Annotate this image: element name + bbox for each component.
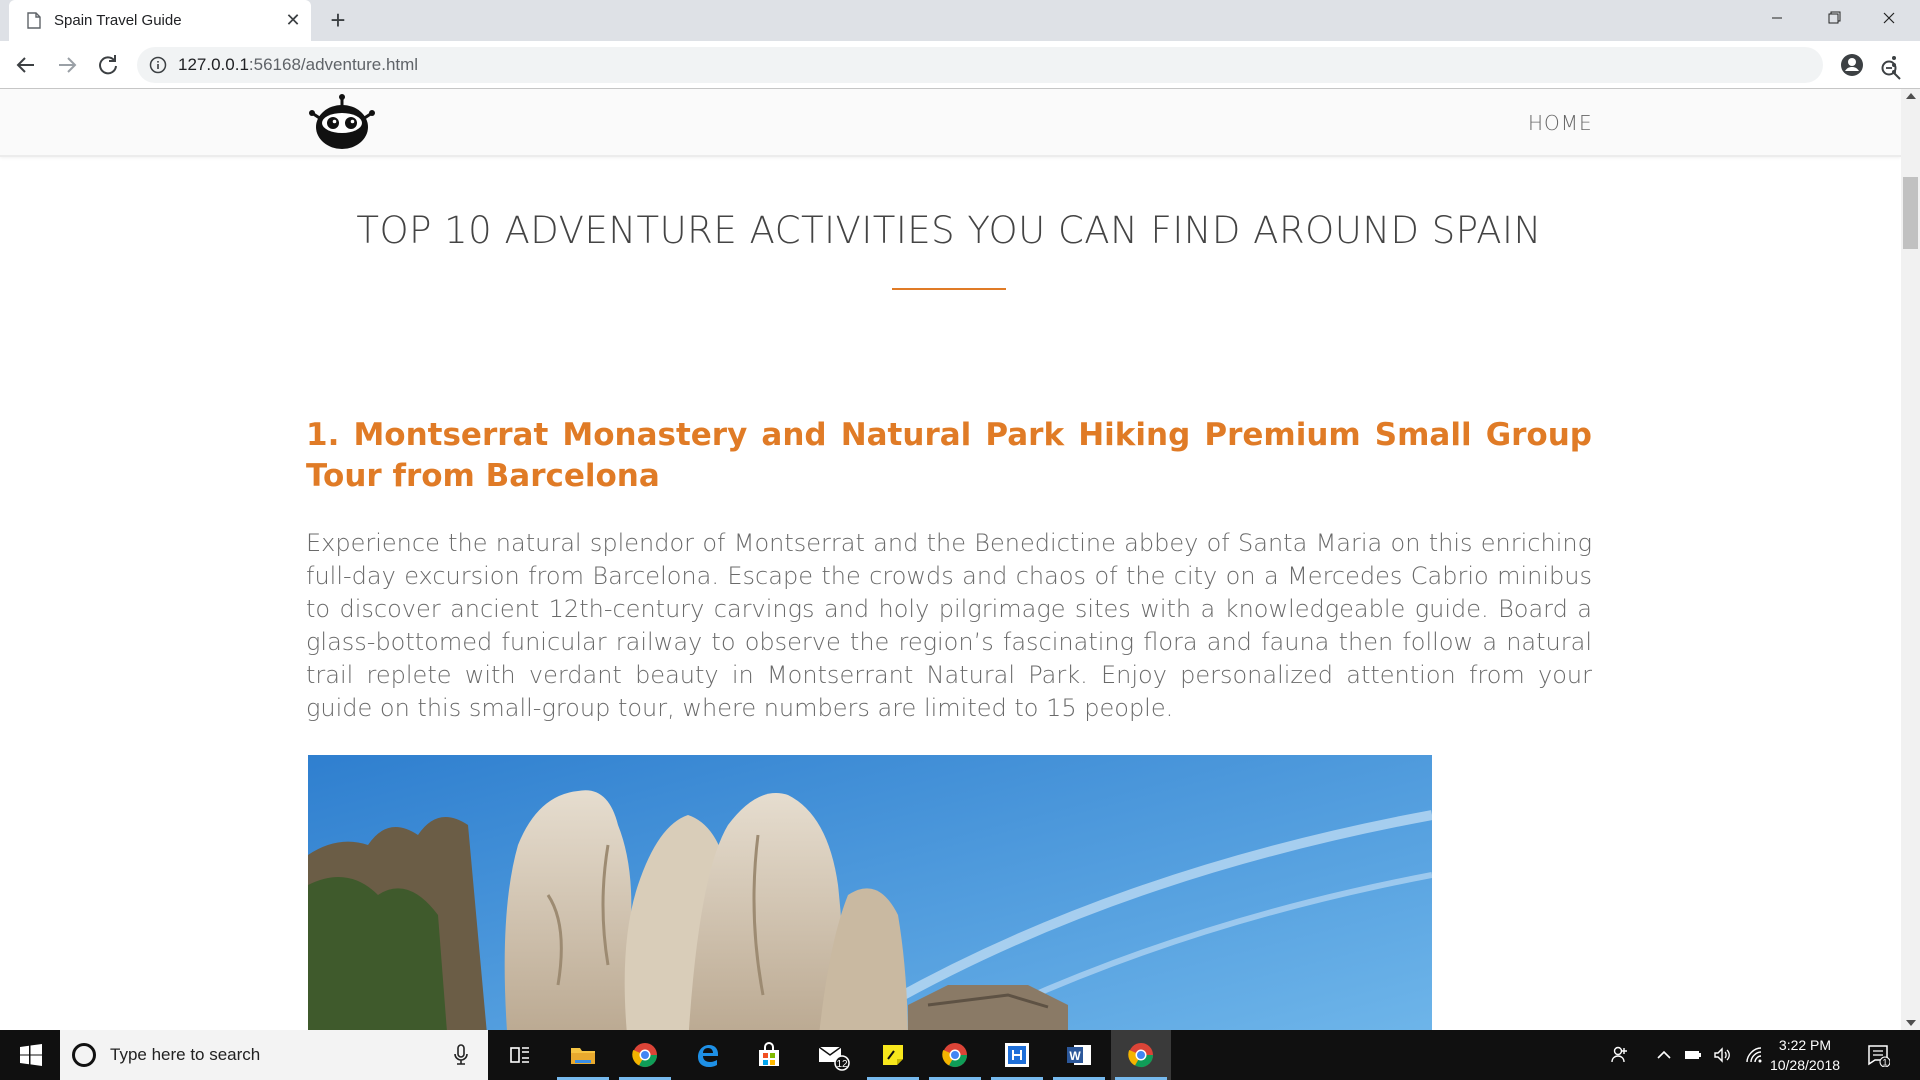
battery-icon[interactable] xyxy=(1683,1045,1703,1065)
action-center-icon[interactable]: 1 xyxy=(1866,1043,1890,1067)
sticky-notes-icon[interactable] xyxy=(863,1030,923,1080)
search-placeholder: Type here to search xyxy=(110,1045,261,1064)
page-scrollbar[interactable] xyxy=(1901,89,1920,1030)
chrome-icon-active[interactable] xyxy=(1111,1030,1171,1080)
file-explorer-icon[interactable] xyxy=(553,1030,613,1080)
activity-description: Experience the natural splendor of Monts… xyxy=(306,529,1592,722)
back-icon[interactable] xyxy=(12,51,40,79)
close-window-icon[interactable] xyxy=(1866,0,1912,36)
montserrat-photo xyxy=(308,755,1432,1030)
restore-icon[interactable] xyxy=(1810,0,1856,36)
chrome-icon-2[interactable] xyxy=(925,1030,985,1080)
windows-taskbar: Type here to search 12 W 3:22 PM 10/28/2… xyxy=(0,1030,1920,1080)
url-text[interactable]: 127.0.0.1:56168/adventure.html xyxy=(178,55,418,75)
robot-logo-icon[interactable] xyxy=(306,93,378,153)
activity-title: 1. Montserrat Monastery and Natural Park… xyxy=(306,417,1592,494)
profile-icon[interactable] xyxy=(1840,53,1864,77)
address-bar[interactable]: 127.0.0.1:56168/adventure.html xyxy=(137,47,1901,83)
word-icon[interactable]: W xyxy=(1049,1030,1109,1080)
svg-text:W: W xyxy=(1069,1049,1081,1063)
volume-icon[interactable] xyxy=(1712,1045,1732,1065)
visual-studio-code-icon[interactable] xyxy=(987,1030,1047,1080)
url-path: :56168/adventure.html xyxy=(248,55,419,74)
chevron-up-icon[interactable] xyxy=(1654,1045,1674,1065)
notification-badge: 1 xyxy=(1882,1058,1887,1068)
page-viewport: HOME TOP 10 ADVENTURE ACTIVITIES YOU CAN… xyxy=(0,89,1901,1030)
windows-start-icon[interactable] xyxy=(0,1030,60,1080)
page-title: TOP 10 ADVENTURE ACTIVITIES YOU CAN FIND… xyxy=(356,209,1542,252)
title-divider xyxy=(892,288,1006,290)
info-icon[interactable] xyxy=(149,56,167,74)
page-icon xyxy=(27,12,41,29)
chrome-icon[interactable] xyxy=(615,1030,675,1080)
scroll-up-icon[interactable] xyxy=(1906,93,1916,99)
forward-icon[interactable] xyxy=(53,51,81,79)
store-icon[interactable] xyxy=(739,1030,799,1080)
clock-time: 3:22 PM xyxy=(1778,1037,1832,1053)
tab-strip: Spain Travel Guide ✕ + xyxy=(0,0,1920,41)
edge-icon[interactable] xyxy=(677,1030,737,1080)
microphone-icon[interactable] xyxy=(452,1043,470,1067)
tab-title: Spain Travel Guide xyxy=(54,12,182,29)
taskbar-search[interactable]: Type here to search xyxy=(60,1030,488,1080)
menu-dots-icon[interactable] xyxy=(1884,53,1904,77)
people-icon[interactable] xyxy=(1610,1045,1630,1065)
minimize-icon[interactable] xyxy=(1754,0,1800,36)
scroll-down-icon[interactable] xyxy=(1906,1020,1916,1026)
clock-date: 10/28/2018 xyxy=(1769,1057,1841,1073)
close-tab-icon[interactable]: ✕ xyxy=(282,9,304,31)
url-host: 127.0.0.1 xyxy=(178,55,249,74)
site-header: HOME xyxy=(0,89,1901,157)
nav-home-link[interactable]: HOME xyxy=(1528,111,1593,135)
browser-toolbar: 127.0.0.1:56168/adventure.html xyxy=(0,41,1920,89)
mail-icon[interactable]: 12 xyxy=(801,1030,861,1080)
scroll-thumb[interactable] xyxy=(1903,177,1918,249)
reload-icon[interactable] xyxy=(94,51,122,79)
taskbar-clock[interactable]: 3:22 PM 10/28/2018 xyxy=(1760,1035,1850,1075)
cortana-icon xyxy=(72,1043,96,1067)
browser-tab[interactable]: Spain Travel Guide ✕ xyxy=(9,0,311,41)
mail-badge: 12 xyxy=(836,1059,848,1070)
new-tab-icon[interactable]: + xyxy=(324,7,352,35)
task-view-icon[interactable] xyxy=(490,1030,550,1080)
